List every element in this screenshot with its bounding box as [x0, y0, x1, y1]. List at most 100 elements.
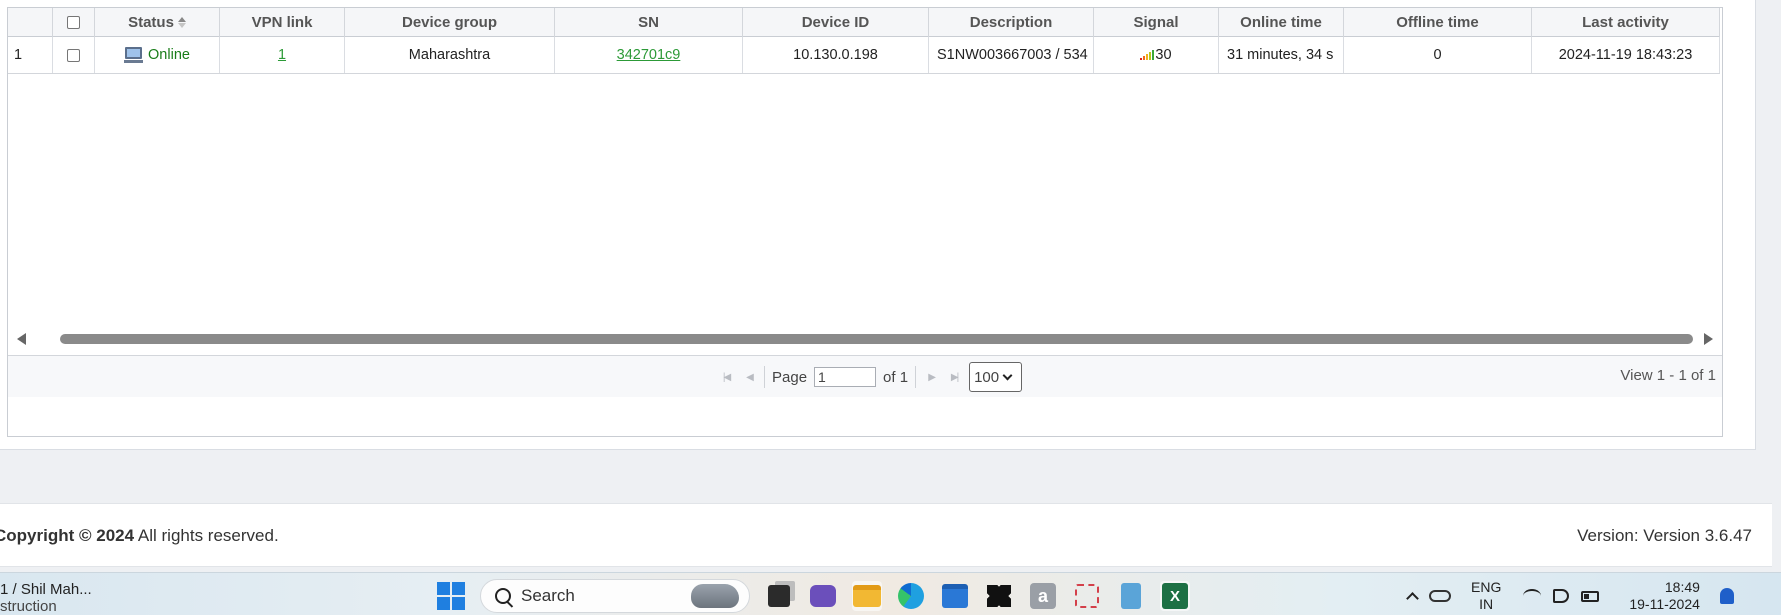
task-view-button[interactable] [764, 581, 794, 611]
amazon-button[interactable]: a [1028, 581, 1058, 611]
clock[interactable]: 18:49 19-11-2024 [1629, 579, 1700, 613]
copyright-prefix: Copyright © [0, 526, 92, 545]
header-online-time[interactable]: Online time [1219, 8, 1344, 37]
row-select-cell [53, 37, 95, 73]
notification-bell-icon[interactable] [1719, 588, 1734, 604]
amazon-icon: a [1030, 583, 1056, 609]
header-offline-time[interactable]: Offline time [1344, 8, 1532, 37]
header-status[interactable]: Status [95, 8, 220, 37]
lang-code: ENG [1471, 579, 1502, 595]
header-signal[interactable]: Signal [1094, 8, 1219, 37]
row-checkbox[interactable] [67, 48, 80, 62]
lang-region: IN [1479, 596, 1494, 612]
speaker-icon[interactable] [1553, 589, 1570, 603]
notepad-button[interactable] [1116, 581, 1146, 611]
window-title-line2: struction [0, 598, 57, 615]
chevron-up-icon[interactable] [1406, 592, 1419, 605]
prev-page-icon[interactable]: ◀ [741, 372, 757, 383]
online-time-cell: 31 minutes, 34 s [1219, 37, 1344, 73]
header-status-label: Status [128, 14, 174, 31]
battery-icon[interactable] [1581, 590, 1600, 602]
header-vpn-link[interactable]: VPN link [220, 8, 345, 37]
pager-controls: |◀ ◀ Page 1 of 1 ▶ ▶| 100 [718, 362, 1023, 392]
signal-cell: 30 [1094, 37, 1219, 73]
scroll-thumb[interactable] [60, 334, 1693, 344]
signal-bar [1149, 52, 1152, 60]
grid-header: Status VPN link Device group SN Device I… [8, 8, 1720, 37]
header-last-activity[interactable]: Last activity [1532, 8, 1720, 37]
version-text: Version: Version 3.6.47 [1577, 526, 1752, 545]
edge-button[interactable] [896, 581, 926, 611]
signal-bar [1152, 50, 1155, 60]
taskbar: 1 / Shil Mah... struction Search a X ENG… [0, 572, 1781, 615]
snipping-tool-icon [1075, 584, 1099, 608]
language-indicator[interactable]: ENG IN [1471, 579, 1501, 613]
header-device-group[interactable]: Device group [345, 8, 555, 37]
footer: Copyright © 2024 All rights reserved. Ve… [0, 503, 1772, 567]
header-description[interactable]: Description [929, 8, 1094, 37]
pager: |◀ ◀ Page 1 of 1 ▶ ▶| 100 View 1 - 1 of … [8, 355, 1722, 397]
view-count: View 1 - 1 of 1 [1620, 367, 1716, 384]
meet-button[interactable] [808, 581, 838, 611]
horizontal-scrollbar[interactable] [8, 328, 1722, 350]
vpn-link[interactable]: 1 [278, 47, 286, 63]
first-page-icon[interactable]: |◀ [718, 372, 734, 383]
vpn-link-cell: 1 [220, 37, 345, 73]
excel-icon: X [1162, 583, 1188, 609]
header-sn[interactable]: SN [555, 8, 743, 37]
table-row[interactable]: 1 Online 1 Maharashtra 342701c9 10.130.0… [8, 37, 1720, 74]
dropbox-button[interactable] [984, 581, 1014, 611]
computer-icon [124, 46, 144, 64]
excel-button[interactable]: X [1160, 581, 1190, 611]
clock-time: 18:49 [1664, 579, 1700, 595]
snipping-tool-button[interactable] [1072, 581, 1102, 611]
manatee-icon [691, 584, 739, 608]
page-size-select[interactable]: 100 [969, 362, 1023, 392]
notepad-icon [1121, 583, 1141, 609]
description-cell: S1NW003667003 / 534 [929, 37, 1094, 73]
dropbox-icon [987, 585, 1011, 607]
search-icon [495, 588, 511, 604]
edge-browser-icon [898, 583, 924, 609]
page-input[interactable]: 1 [814, 367, 877, 387]
header-select-all [53, 8, 95, 37]
status-cell: Online [95, 37, 220, 73]
chevron-down-icon [1002, 370, 1013, 380]
status-badge: Online [124, 46, 190, 64]
copyright-suffix: All rights reserved. [137, 526, 279, 545]
row-number: 1 [8, 37, 53, 73]
sn-cell: 342701c9 [555, 37, 743, 73]
pager-separator [764, 366, 765, 388]
taskbar-window-title[interactable]: 1 / Shil Mah... struction [0, 581, 92, 615]
system-tray: ENG IN 18:49 19-11-2024 [1406, 579, 1734, 613]
page-label: Page [772, 368, 808, 386]
start-button[interactable] [436, 581, 466, 611]
file-explorer-button[interactable] [852, 581, 882, 611]
next-page-icon[interactable]: ▶ [923, 372, 939, 383]
store-icon [942, 584, 968, 608]
store-button[interactable] [940, 581, 970, 611]
taskbar-search[interactable]: Search [480, 579, 750, 613]
last-page-icon[interactable]: ▶| [946, 372, 962, 383]
windows-icon [437, 582, 465, 610]
device-group-cell: Maharashtra [345, 37, 555, 73]
window-title-line1: 1 / Shil Mah... [0, 581, 92, 598]
header-device-id[interactable]: Device ID [743, 8, 929, 37]
signal-bar [1143, 56, 1146, 60]
last-activity-cell: 2024-11-19 18:43:23 [1532, 37, 1720, 73]
page-total: of 1 [883, 368, 909, 386]
copyright-year: 2024 [96, 526, 135, 545]
sn-link[interactable]: 342701c9 [617, 47, 681, 63]
wifi-icon[interactable] [1523, 589, 1542, 603]
scroll-left-icon[interactable] [17, 333, 26, 345]
search-label: Search [521, 586, 575, 605]
page-size-value: 100 [974, 368, 1000, 386]
devices-grid: Status VPN link Device group SN Device I… [7, 7, 1723, 437]
header-rownum [8, 8, 53, 37]
sort-icon [177, 17, 186, 28]
onedrive-cloud-icon[interactable] [1429, 590, 1451, 602]
content-panel: Status VPN link Device group SN Device I… [0, 0, 1756, 450]
select-all-checkbox[interactable] [67, 16, 80, 29]
scroll-right-icon[interactable] [1704, 333, 1713, 345]
device-id-cell: 10.130.0.198 [743, 37, 929, 73]
